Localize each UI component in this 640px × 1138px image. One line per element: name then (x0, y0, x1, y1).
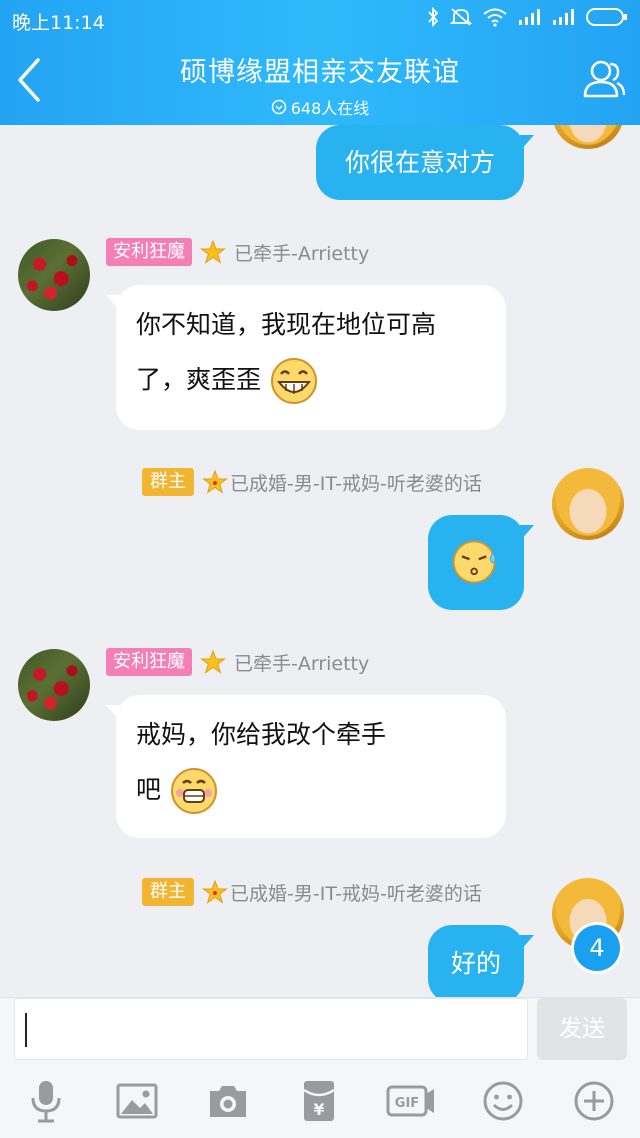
online-count[interactable]: 648人在线 (271, 95, 370, 119)
gif-icon[interactable]: GIF (386, 1078, 436, 1124)
send-button[interactable]: 发送 (537, 998, 627, 1060)
wifi-icon (482, 7, 508, 31)
message-text: 你很在意对方 (344, 148, 495, 177)
role-badge-owner: 群主 (142, 468, 194, 496)
message-list[interactable]: 你很在意对方 安利狂魔 已牵手-Arrietty 你不知道，我现在地位可高 了，… (0, 125, 640, 997)
toothy-grin-emoji-icon (170, 768, 217, 814)
message-bubble-other[interactable]: 你不知道，我现在地位可高 了，爽歪歪 (106, 285, 506, 430)
status-icons (426, 6, 628, 31)
avatar-arrietty[interactable] (18, 649, 90, 721)
message-bubble-self[interactable]: 好的 (428, 925, 534, 997)
awkward-sweat-emoji-icon (452, 540, 496, 584)
star-icon (200, 649, 226, 674)
sender-nickname: 已牵手-Arrietty (234, 652, 370, 675)
sender-line: 安利狂魔 已牵手-Arrietty (106, 238, 369, 266)
signal-icon-2 (552, 8, 576, 30)
signal-icon-1 (518, 8, 542, 30)
back-arrow-icon (18, 58, 40, 102)
message-bubble-self[interactable]: 你很在意对方 (316, 125, 534, 200)
sender-nickname: 已牵手-Arrietty (234, 242, 370, 265)
star-icon (202, 469, 228, 494)
grin-emoji-icon (270, 358, 317, 404)
role-badge: 安利狂魔 (106, 238, 192, 266)
battery-icon (586, 7, 628, 31)
online-count-label: 648人在线 (290, 99, 370, 118)
avatar-self[interactable] (552, 125, 624, 149)
emoji-icon[interactable] (481, 1078, 525, 1124)
camera-icon[interactable] (206, 1078, 250, 1124)
sender-line: 安利狂魔 已牵手-Arrietty (106, 648, 369, 676)
group-members-button[interactable] (580, 56, 626, 102)
sender-line: 群主 已成婚-男-IT-戒妈-听老婆的话 (142, 468, 482, 496)
role-badge-owner: 群主 (142, 878, 194, 906)
role-badge: 安利狂魔 (106, 648, 192, 676)
unread-count-badge[interactable]: 4 (574, 925, 620, 971)
star-icon (202, 879, 228, 904)
chat-header: 晚上11:14 硕博缘盟相亲交友联谊 648人在线 (0, 0, 640, 125)
message-bubble-other[interactable]: 戒妈，你给我改个牵手 吧 (106, 695, 506, 838)
bluetooth-icon (426, 6, 440, 31)
message-text: 好的 (450, 949, 501, 978)
message-text-line-2: 吧 (136, 775, 162, 804)
message-text-line-1: 戒妈，你给我改个牵手 (136, 720, 387, 749)
sender-nickname: 已成婚-男-IT-戒妈-听老婆的话 (230, 882, 482, 905)
message-text-line-2: 了，爽歪歪 (136, 365, 262, 394)
avatar-self[interactable] (552, 468, 624, 540)
group-members-icon (583, 60, 626, 98)
message-input[interactable] (14, 998, 528, 1060)
avatar-arrietty[interactable] (18, 239, 90, 311)
sender-line: 群主 已成婚-男-IT-戒妈-听老婆的话 (142, 878, 482, 906)
sender-nickname: 已成婚-男-IT-戒妈-听老婆的话 (230, 472, 482, 495)
back-button[interactable] (10, 52, 50, 108)
star-icon (200, 239, 226, 264)
image-icon[interactable] (115, 1078, 159, 1124)
text-caret (25, 1013, 27, 1047)
mic-icon[interactable] (24, 1078, 68, 1124)
status-bar: 晚上11:14 (0, 0, 640, 36)
svg-text:¥: ¥ (313, 1100, 324, 1119)
message-text-line-1: 你不知道，我现在地位可高 (136, 310, 437, 339)
message-bubble-self[interactable] (428, 515, 534, 610)
group-title: 硕博缘盟相亲交友联谊 (180, 57, 460, 88)
header-title-block: 硕博缘盟相亲交友联谊 648人在线 (100, 50, 540, 119)
svg-text:GIF: GIF (395, 1096, 419, 1111)
vibrate-icon (449, 7, 473, 31)
chevron-down-circle-icon (271, 99, 286, 115)
status-time: 晚上11:14 (12, 12, 105, 34)
red-packet-icon[interactable]: ¥ (297, 1078, 341, 1124)
plus-icon[interactable] (572, 1078, 616, 1124)
